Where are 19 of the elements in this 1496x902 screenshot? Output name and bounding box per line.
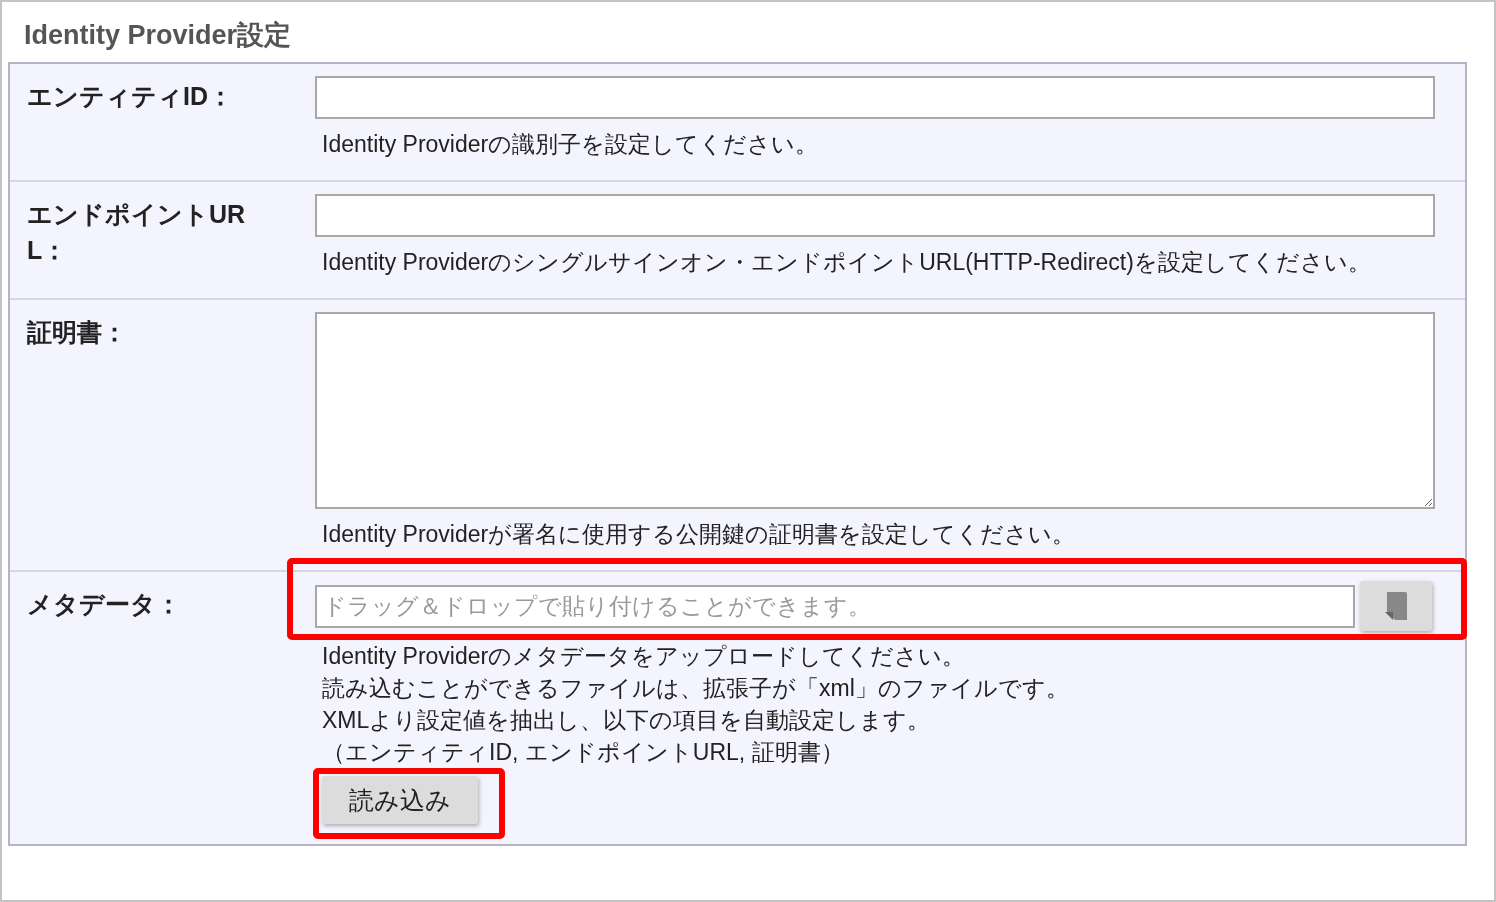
help-text: Identity Providerの識別子を設定してください。	[322, 130, 820, 159]
input-field[interactable]: ドラッグ＆ドロップで貼り付けることができます。	[315, 584, 1355, 628]
field-label: エンティティID：	[27, 81, 233, 112]
help-text: （エンティティID, エンドポイントURL, 証明書）	[322, 738, 845, 767]
help-text: Identity Providerのメタデータをアップロードしてください。	[322, 642, 967, 671]
help-text: 読み込むことができるファイルは、拡張子が「xml」のファイルです。	[322, 674, 1070, 703]
field-label: メタデータ：	[27, 589, 181, 620]
field-label: 証明書：	[27, 317, 127, 348]
help-text: Identity Providerのシングルサインオン・エンドポイントURL(HTTP-Redirect)を設定してください。	[322, 248, 1372, 277]
document-icon	[1385, 592, 1407, 620]
text-input-field[interactable]	[315, 76, 1435, 119]
field-label: エンドポイントURL：	[27, 199, 247, 266]
text-area-field[interactable]	[315, 312, 1435, 509]
file-button[interactable]	[1360, 581, 1432, 631]
load-button[interactable]: 読み込み	[322, 776, 478, 824]
section-title: Identity Provider設定	[24, 19, 292, 52]
text-input-field[interactable]	[315, 194, 1435, 237]
help-text: XMLより設定値を抽出し、以下の項目を自動設定します。	[322, 706, 932, 735]
help-text: Identity Providerが署名に使用する公開鍵の証明書を設定してください。	[322, 520, 1077, 549]
